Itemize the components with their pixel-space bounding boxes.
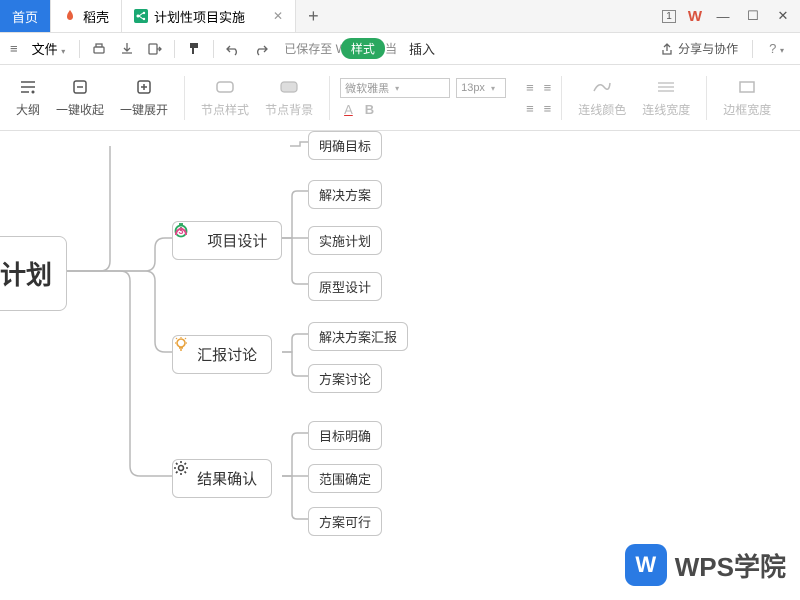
watermark: W WPS学院 (625, 544, 786, 586)
font-size-select[interactable]: 13px ▾ (456, 78, 506, 98)
connector-lines (0, 131, 800, 600)
svg-text:3: 3 (178, 226, 183, 236)
mindmap-leaf-node[interactable]: 实施计划 (308, 226, 382, 255)
line-width-icon (656, 77, 676, 97)
tab-docker[interactable]: 稻壳 (51, 0, 122, 32)
after-pill: 当 (385, 40, 397, 57)
window-count-badge[interactable]: 1 (662, 10, 676, 23)
node-bg-button[interactable]: 节点背景 (257, 77, 321, 118)
expand-button[interactable]: 一键展开 (112, 77, 176, 118)
font-family-select[interactable]: 微软雅黑 ▾ (340, 78, 450, 98)
export-icon[interactable] (142, 36, 168, 62)
align-justify-icon[interactable]: ≡ (544, 101, 552, 116)
menubar: ≡ 文件 ▾ 已保存至 W 样式 当 插入 分享与协作 ? ▾ (0, 33, 800, 65)
align-right-icon[interactable]: ≡ (526, 101, 534, 116)
saved-label: 已保存至 W (284, 40, 347, 57)
mindmap-branch-confirm[interactable]: 结果确认 (172, 459, 272, 498)
undo-icon[interactable] (220, 36, 246, 62)
font-family-label: 微软雅黑 (345, 80, 389, 96)
file-menu-label: 文件 (32, 42, 58, 57)
line-color-button[interactable]: 连线颜色 (570, 77, 634, 118)
share-icon (660, 42, 674, 56)
separator (213, 40, 214, 58)
redo-icon[interactable] (248, 36, 274, 62)
share-label: 分享与协作 (678, 40, 738, 57)
tab-home[interactable]: 首页 (0, 0, 51, 32)
tab-docker-label: 稻壳 (83, 7, 109, 26)
style-pill[interactable]: 样式 (341, 38, 385, 59)
minimize-button[interactable]: — (714, 9, 732, 24)
titlebar: 首页 稻壳 计划性项目实施 ✕ + 1 W — ☐ ✕ (0, 0, 800, 33)
node-bg-label: 节点背景 (265, 101, 313, 118)
mindmap-leaf-node[interactable]: 明确目标 (308, 131, 382, 160)
mindmap-leaf-node[interactable]: 目标明确 (308, 421, 382, 450)
hamburger-icon[interactable]: ≡ (6, 41, 22, 56)
close-tab-icon[interactable]: ✕ (273, 9, 283, 23)
bold-button[interactable]: B (365, 102, 374, 117)
align-center-icon[interactable]: ≡ (544, 80, 552, 95)
new-tab-button[interactable]: + (296, 0, 331, 32)
border-width-label: 边框宽度 (723, 101, 771, 118)
format-painter-icon[interactable] (181, 36, 207, 62)
mindmap-leaf-node[interactable]: 方案讨论 (308, 364, 382, 393)
border-width-icon (737, 77, 757, 97)
mindmap-leaf-node[interactable]: 解决方案 (308, 180, 382, 209)
separator (752, 40, 753, 58)
separator (174, 40, 175, 58)
node-style-button[interactable]: 节点样式 (193, 77, 257, 118)
watermark-label: WPS学院 (675, 547, 786, 584)
tab-document[interactable]: 计划性项目实施 ✕ (122, 0, 296, 32)
close-window-button[interactable]: ✕ (774, 8, 792, 24)
font-size-label: 13px (461, 82, 485, 94)
chevron-down-icon: ▾ (491, 84, 495, 93)
border-width-button[interactable]: 边框宽度 (715, 77, 779, 118)
font-color-button[interactable]: A (344, 102, 353, 117)
line-width-label: 连线宽度 (642, 101, 690, 118)
mindmap-branch-report[interactable]: 汇报讨论 (172, 335, 272, 374)
mindmap-branch-design[interactable]: 3 项目设计 (172, 221, 282, 260)
expand-label: 一键展开 (120, 101, 168, 118)
wps-badge-icon: W (625, 544, 667, 586)
line-color-icon (592, 77, 612, 97)
branch-report-label: 汇报讨论 (197, 347, 257, 364)
flame-icon (63, 9, 77, 23)
collapse-label: 一键收起 (56, 101, 104, 118)
maximize-button[interactable]: ☐ (744, 8, 762, 24)
chevron-down-icon: ▾ (395, 84, 399, 93)
expand-icon (135, 77, 153, 97)
node-style-icon (215, 77, 235, 97)
wps-logo-icon: W (688, 8, 702, 25)
download-icon[interactable] (114, 36, 140, 62)
print-icon[interactable] (86, 36, 112, 62)
collapse-icon (71, 77, 89, 97)
branch-design-label: 项目设计 (207, 233, 267, 250)
mindmap-leaf-node[interactable]: 解决方案汇报 (308, 322, 408, 351)
outline-label: 大纲 (16, 101, 40, 118)
line-width-button[interactable]: 连线宽度 (634, 77, 698, 118)
collapse-button[interactable]: 一键收起 (48, 77, 112, 118)
mindmap-leaf-node[interactable]: 原型设计 (308, 272, 382, 301)
mindmap-leaf-node[interactable]: 范围确定 (308, 464, 382, 493)
tab-document-label: 计划性项目实施 (154, 7, 245, 26)
save-status: 已保存至 W 样式 当 (284, 38, 397, 59)
line-color-label: 连线颜色 (578, 101, 626, 118)
outline-icon (19, 77, 37, 97)
mindmap-root-node[interactable]: 计划 (0, 236, 67, 311)
help-button[interactable]: ? ▾ (759, 41, 794, 56)
mindmap-leaf-node[interactable]: 方案可行 (308, 507, 382, 536)
mindmap-canvas[interactable]: 计划 明确目标 3 项目设计 解决方案 实施计划 原型设计 汇报讨论 解决方案汇… (0, 131, 800, 600)
align-left-icon[interactable]: ≡ (526, 80, 534, 95)
node-bg-icon (279, 77, 299, 97)
branch-confirm-label: 结果确认 (197, 471, 257, 488)
mindmap-icon (134, 9, 148, 23)
insert-menu[interactable]: 插入 (409, 39, 435, 58)
toolbar: 大纲 一键收起 一键展开 节点样式 节点背景 微软雅黑 ▾ 13px ▾ A B (0, 65, 800, 131)
separator (79, 40, 80, 58)
share-button[interactable]: 分享与协作 (652, 40, 746, 57)
outline-button[interactable]: 大纲 (8, 77, 48, 118)
file-menu[interactable]: 文件 ▾ (24, 39, 74, 58)
node-style-label: 节点样式 (201, 101, 249, 118)
